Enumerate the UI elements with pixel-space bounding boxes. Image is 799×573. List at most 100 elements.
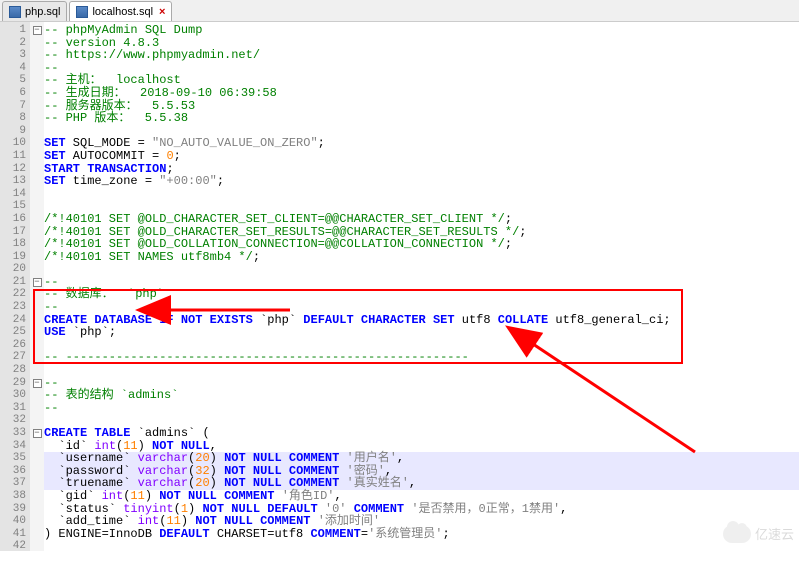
fold-cell [30, 163, 44, 176]
line-number: 25 [0, 326, 30, 339]
line-number: 17 [0, 226, 30, 239]
line-number: 18 [0, 238, 30, 251]
fold-cell[interactable]: − [30, 377, 44, 390]
line-number: 24 [0, 314, 30, 327]
fold-cell [30, 175, 44, 188]
fold-cell [30, 540, 44, 553]
code-line[interactable]: -- https://www.phpmyadmin.net/ [44, 49, 799, 62]
tab-bar: php.sql localhost.sql × [0, 0, 799, 22]
fold-cell [30, 465, 44, 478]
fold-cell [30, 389, 44, 402]
line-number: 11 [0, 150, 30, 163]
cloud-icon [723, 525, 751, 543]
code-line[interactable]: /*!40101 SET NAMES utf8mb4 */; [44, 251, 799, 264]
code-line[interactable] [44, 364, 799, 377]
fold-cell [30, 188, 44, 201]
line-number: 10 [0, 137, 30, 150]
line-number: 31 [0, 402, 30, 415]
fold-cell [30, 100, 44, 113]
fold-cell [30, 226, 44, 239]
fold-cell [30, 503, 44, 516]
watermark-text: 亿速云 [755, 524, 794, 543]
code-line[interactable]: -- 表的结构 `admins` [44, 389, 799, 402]
fold-column[interactable]: − − − − [30, 22, 44, 551]
fold-cell [30, 263, 44, 276]
line-number: 36 [0, 465, 30, 478]
line-number: 9 [0, 125, 30, 138]
code-area[interactable]: -- phpMyAdmin SQL Dump-- version 4.8.3--… [44, 22, 799, 551]
line-number: 39 [0, 503, 30, 516]
line-number: 3 [0, 49, 30, 62]
fold-cell [30, 74, 44, 87]
line-number: 2 [0, 37, 30, 50]
fold-cell [30, 213, 44, 226]
tab-label: localhost.sql [92, 6, 153, 18]
line-number: 27 [0, 351, 30, 364]
tab-localhost-sql[interactable]: localhost.sql × [69, 1, 172, 21]
line-number: 32 [0, 414, 30, 427]
fold-cell [30, 351, 44, 364]
code-editor[interactable]: 1234567891011121314151617181920212223242… [0, 22, 799, 551]
fold-cell [30, 87, 44, 100]
line-number: 30 [0, 389, 30, 402]
fold-minus-icon[interactable]: − [33, 278, 42, 287]
fold-cell [30, 37, 44, 50]
code-line[interactable]: CREATE DATABASE IF NOT EXISTS `php` DEFA… [44, 314, 799, 327]
fold-cell [30, 150, 44, 163]
fold-cell [30, 288, 44, 301]
line-number: 22 [0, 288, 30, 301]
fold-cell [30, 326, 44, 339]
tab-php-sql[interactable]: php.sql [2, 1, 67, 21]
fold-minus-icon[interactable]: − [33, 429, 42, 438]
code-line[interactable]: -- 数据库： `php` [44, 288, 799, 301]
fold-cell[interactable]: − [30, 276, 44, 289]
code-line[interactable]: USE `php`; [44, 326, 799, 339]
fold-cell [30, 490, 44, 503]
fold-cell [30, 339, 44, 352]
code-line[interactable]: -- PHP 版本： 5.5.38 [44, 112, 799, 125]
line-number: 7 [0, 100, 30, 113]
line-number: 12 [0, 163, 30, 176]
fold-cell [30, 477, 44, 490]
code-line[interactable] [44, 540, 799, 551]
fold-cell [30, 112, 44, 125]
line-number: 14 [0, 188, 30, 201]
line-number: 20 [0, 263, 30, 276]
code-line[interactable]: SET time_zone = "+00:00"; [44, 175, 799, 188]
fold-cell [30, 238, 44, 251]
line-number: 21 [0, 276, 30, 289]
code-line[interactable] [44, 263, 799, 276]
line-number: 37 [0, 477, 30, 490]
line-number: 13 [0, 175, 30, 188]
line-number: 19 [0, 251, 30, 264]
close-icon[interactable]: × [159, 6, 165, 18]
line-number: 42 [0, 540, 30, 553]
fold-cell [30, 452, 44, 465]
fold-cell [30, 251, 44, 264]
fold-cell [30, 137, 44, 150]
fold-minus-icon[interactable]: − [33, 379, 42, 388]
code-line[interactable]: -- -------------------------------------… [44, 351, 799, 364]
fold-cell[interactable]: − [30, 427, 44, 440]
code-line[interactable] [44, 188, 799, 201]
fold-cell [30, 314, 44, 327]
line-number: 1 [0, 24, 30, 37]
line-number: 5 [0, 74, 30, 87]
watermark: 亿速云 [723, 524, 794, 543]
line-number: 41 [0, 528, 30, 541]
fold-cell [30, 301, 44, 314]
code-line[interactable]: ) ENGINE=InnoDB DEFAULT CHARSET=utf8 COM… [44, 528, 799, 541]
line-number: 23 [0, 301, 30, 314]
fold-cell [30, 414, 44, 427]
fold-cell [30, 200, 44, 213]
fold-cell [30, 125, 44, 138]
fold-cell [30, 528, 44, 541]
line-number: 29 [0, 377, 30, 390]
code-line[interactable]: -- [44, 402, 799, 415]
fold-cell[interactable]: − [30, 24, 44, 37]
fold-cell [30, 402, 44, 415]
line-number: 28 [0, 364, 30, 377]
fold-minus-icon[interactable]: − [33, 26, 42, 35]
line-number: 16 [0, 213, 30, 226]
fold-cell [30, 515, 44, 528]
